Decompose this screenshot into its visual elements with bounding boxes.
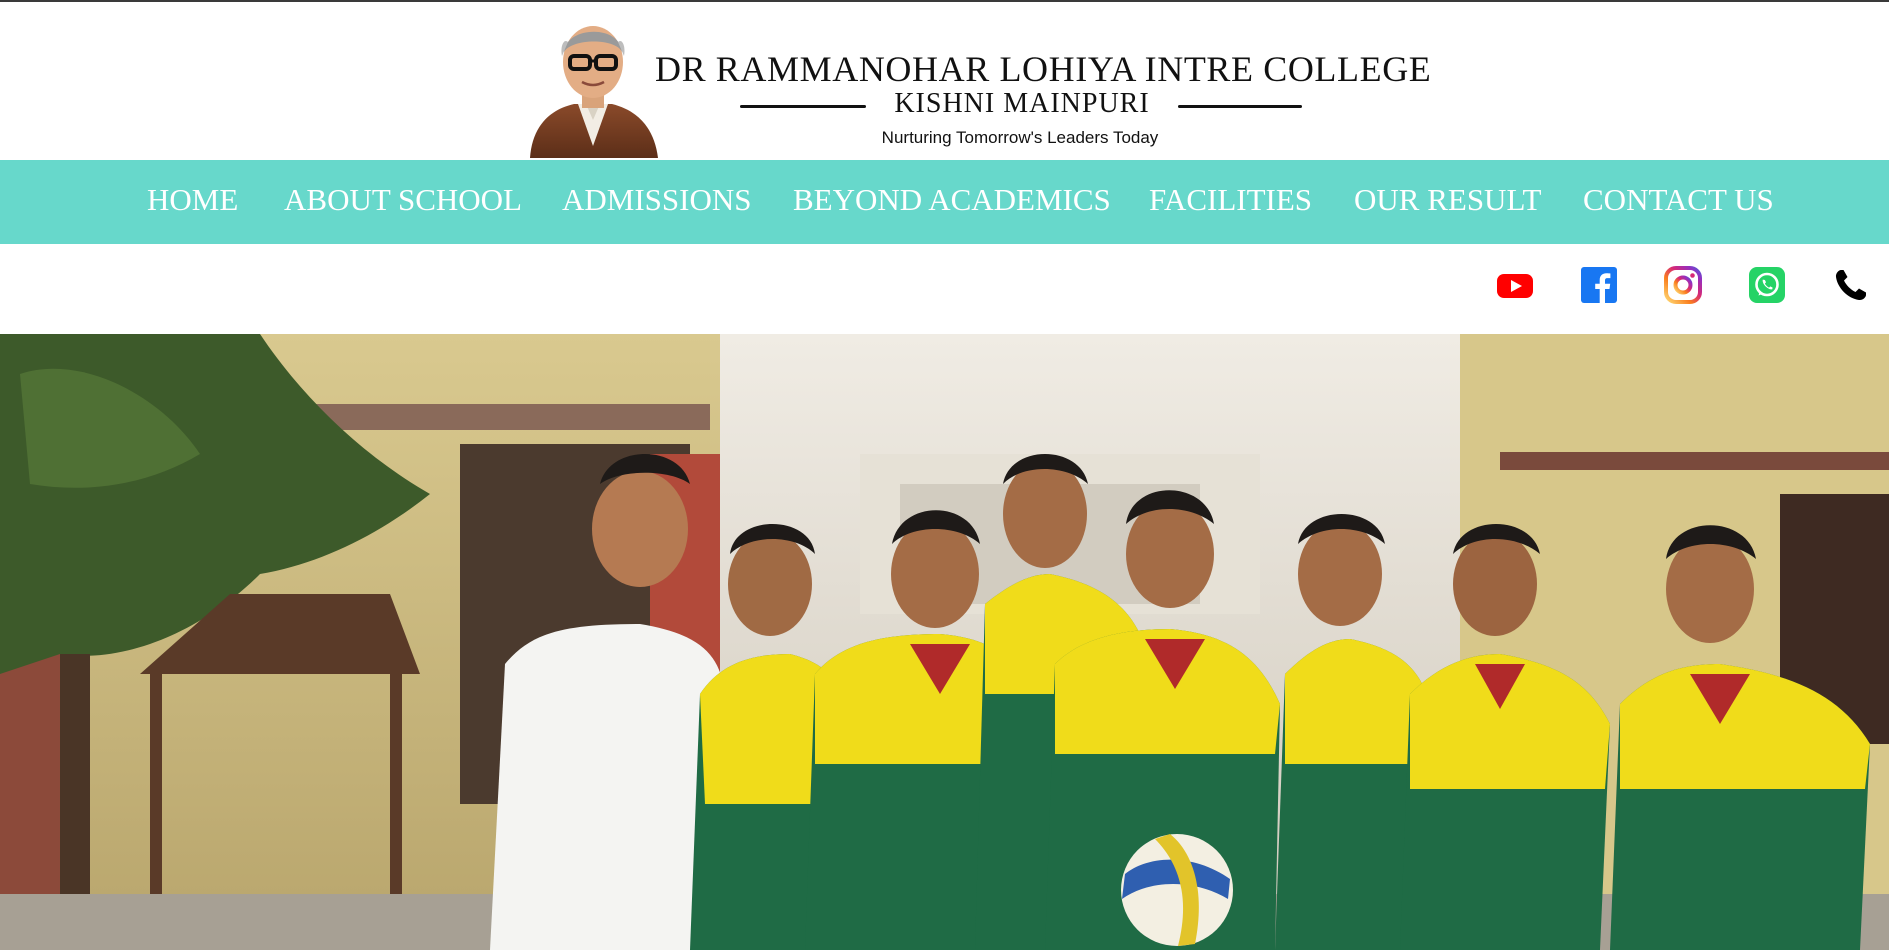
instagram-icon[interactable] — [1664, 266, 1702, 304]
phone-icon[interactable] — [1832, 266, 1870, 304]
nav-home[interactable]: HOME — [147, 182, 238, 218]
college-name: DR RAMMANOHAR LOHIYA INTRE COLLEGE — [655, 49, 1432, 89]
founder-portrait — [530, 26, 658, 158]
hero-photo-illustration — [0, 334, 1889, 950]
nav-contact-us[interactable]: CONTACT US — [1583, 182, 1774, 218]
nav-about-school[interactable]: ABOUT SCHOOL — [284, 182, 522, 218]
tagline: Nurturing Tomorrow's Leaders Today — [881, 128, 1159, 147]
subtitle-rule-left — [740, 105, 866, 108]
nav-admissions[interactable]: ADMISSIONS — [562, 182, 751, 218]
facebook-icon[interactable] — [1580, 266, 1618, 304]
youtube-icon[interactable] — [1496, 266, 1534, 304]
college-subtitle-row: KISHNI MAINPURI — [740, 88, 1302, 122]
subtitle-rule-right — [1178, 105, 1302, 108]
site-header: DR RAMMANOHAR LOHIYA INTRE COLLEGE KISHN… — [0, 2, 1889, 160]
nav-our-result[interactable]: OUR RESULT — [1354, 182, 1541, 218]
main-nav: HOME ABOUT SCHOOL ADMISSIONS BEYOND ACAD… — [0, 160, 1889, 244]
social-links — [0, 244, 1889, 334]
nav-beyond-academics[interactable]: BEYOND ACADEMICS — [793, 182, 1111, 218]
whatsapp-icon[interactable] — [1748, 266, 1786, 304]
hero-photo — [0, 334, 1889, 950]
nav-facilities[interactable]: FACILITIES — [1149, 182, 1312, 218]
college-location: KISHNI MAINPURI — [894, 88, 1150, 119]
